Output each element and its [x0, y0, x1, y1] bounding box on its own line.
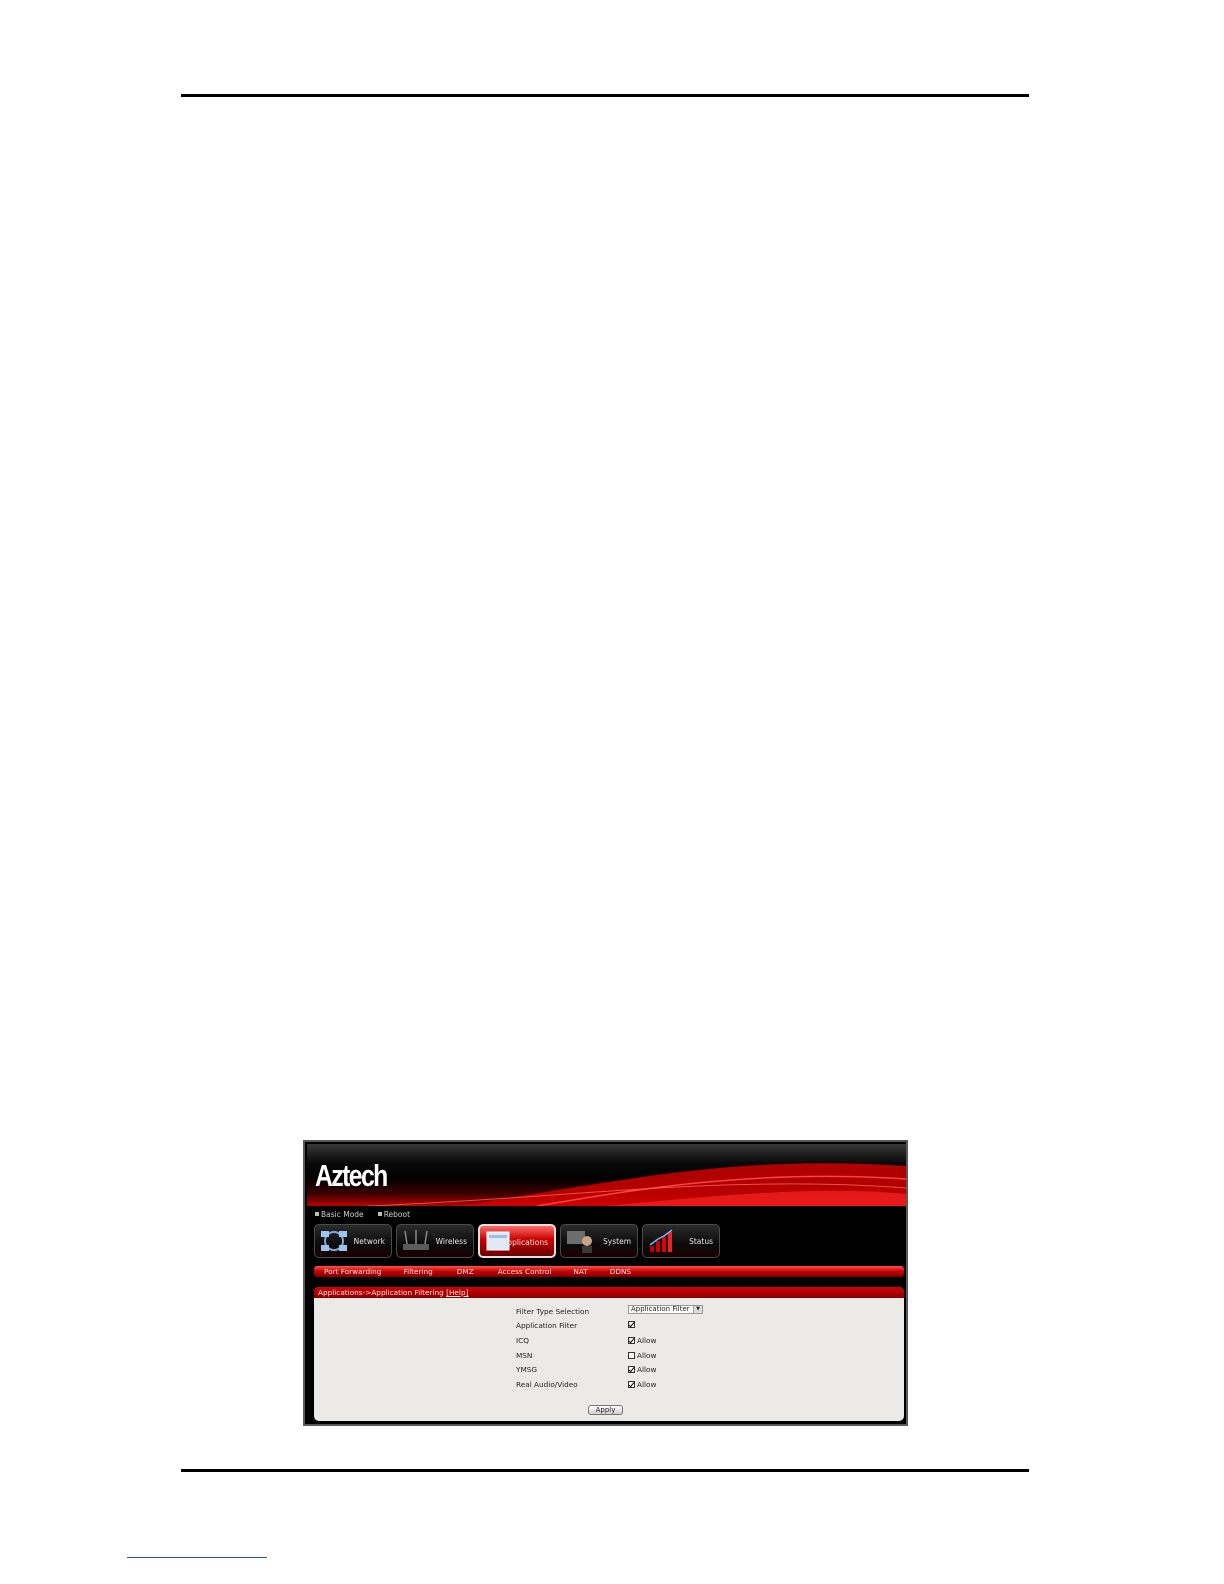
router-admin-screenshot: Aztech Basic Mode Reboot Network Wireles… [303, 1140, 908, 1426]
system-icon [567, 1231, 592, 1253]
breadcrumb-text: Applications->Application Filtering [318, 1288, 447, 1297]
icq-field: Allow [628, 1336, 656, 1345]
nav-wireless[interactable]: Wireless [396, 1224, 474, 1258]
subnav-filtering[interactable]: Filtering [403, 1267, 432, 1276]
real-audio-video-label: Real Audio/Video [516, 1380, 578, 1389]
ymsg-label: YMSG [516, 1365, 538, 1374]
top-links: Basic Mode Reboot [315, 1208, 410, 1220]
subnav-dmz[interactable]: DMZ [457, 1267, 474, 1276]
msn-allow-label: Allow [637, 1351, 657, 1360]
real-audio-video-field: Allow [628, 1380, 656, 1389]
header-rule [181, 94, 1029, 97]
help-link[interactable]: [Help] [446, 1288, 468, 1297]
sub-nav: Port Forwarding Filtering DMZ Access Con… [314, 1266, 904, 1277]
subnav-access-control[interactable]: Access Control [498, 1267, 552, 1276]
banner-swoosh-graphic [366, 1163, 906, 1206]
status-icon [649, 1229, 673, 1252]
nav-applications[interactable]: Applications [478, 1224, 556, 1258]
icq-allow-label: Allow [637, 1336, 657, 1345]
basic-mode-link[interactable]: Basic Mode [315, 1208, 364, 1220]
reboot-link[interactable]: Reboot [377, 1208, 411, 1220]
filter-type-value: Application Filter [631, 1305, 690, 1313]
application-filter-label: Application Filter [516, 1321, 578, 1330]
square-bullet-icon [315, 1212, 319, 1216]
panel-breadcrumb: Applications->Application Filtering [Hel… [314, 1287, 904, 1298]
subnav-port-forwarding[interactable]: Port Forwarding [324, 1267, 381, 1276]
nav-status-label: Status [689, 1237, 713, 1246]
network-icon [321, 1231, 347, 1251]
apply-button[interactable]: Apply [588, 1405, 623, 1415]
nav-status[interactable]: Status [642, 1224, 720, 1258]
square-bullet-icon [377, 1212, 382, 1216]
basic-mode-label: Basic Mode [321, 1209, 364, 1219]
ymsg-field: Allow [628, 1365, 656, 1374]
reboot-label: Reboot [383, 1209, 411, 1219]
nav-network-label: Network [353, 1237, 385, 1246]
icq-label: ICQ [516, 1336, 529, 1345]
aztech-logo: Aztech [315, 1158, 388, 1193]
filter-type-field: Application Filter ▼ [628, 1305, 703, 1314]
ymsg-allow-checkbox[interactable] [628, 1366, 635, 1373]
footnote-link-underline [127, 1557, 267, 1558]
brand-banner: Aztech [307, 1144, 906, 1206]
nav-system-label: System [603, 1237, 631, 1246]
msn-allow-checkbox[interactable] [628, 1352, 635, 1359]
msn-label: MSN [516, 1351, 533, 1360]
dropdown-arrow-icon: ▼ [693, 1306, 702, 1313]
icq-allow-checkbox[interactable] [628, 1337, 635, 1344]
real-audio-video-allow-checkbox[interactable] [628, 1381, 635, 1388]
filter-type-select[interactable]: Application Filter ▼ [628, 1305, 703, 1314]
application-filter-checkbox[interactable] [628, 1321, 635, 1328]
main-nav: Network Wireless Applications System Sta… [314, 1224, 720, 1258]
filter-type-label: Filter Type Selection [516, 1307, 590, 1316]
application-filter-field [628, 1321, 635, 1328]
nav-wireless-label: Wireless [435, 1237, 467, 1246]
router-icon [403, 1230, 429, 1250]
msn-field: Allow [628, 1351, 656, 1360]
nav-network[interactable]: Network [314, 1224, 392, 1258]
footer-rule [181, 1469, 1029, 1472]
application-filtering-panel: Applications->Application Filtering [Hel… [314, 1287, 904, 1421]
real-audio-video-allow-label: Allow [637, 1380, 657, 1389]
nav-system[interactable]: System [560, 1224, 638, 1258]
nav-applications-label: Applications [502, 1238, 548, 1247]
ymsg-allow-label: Allow [637, 1365, 657, 1374]
subnav-nat[interactable]: NAT [573, 1267, 587, 1276]
subnav-ddns[interactable]: DDNS [610, 1267, 631, 1276]
